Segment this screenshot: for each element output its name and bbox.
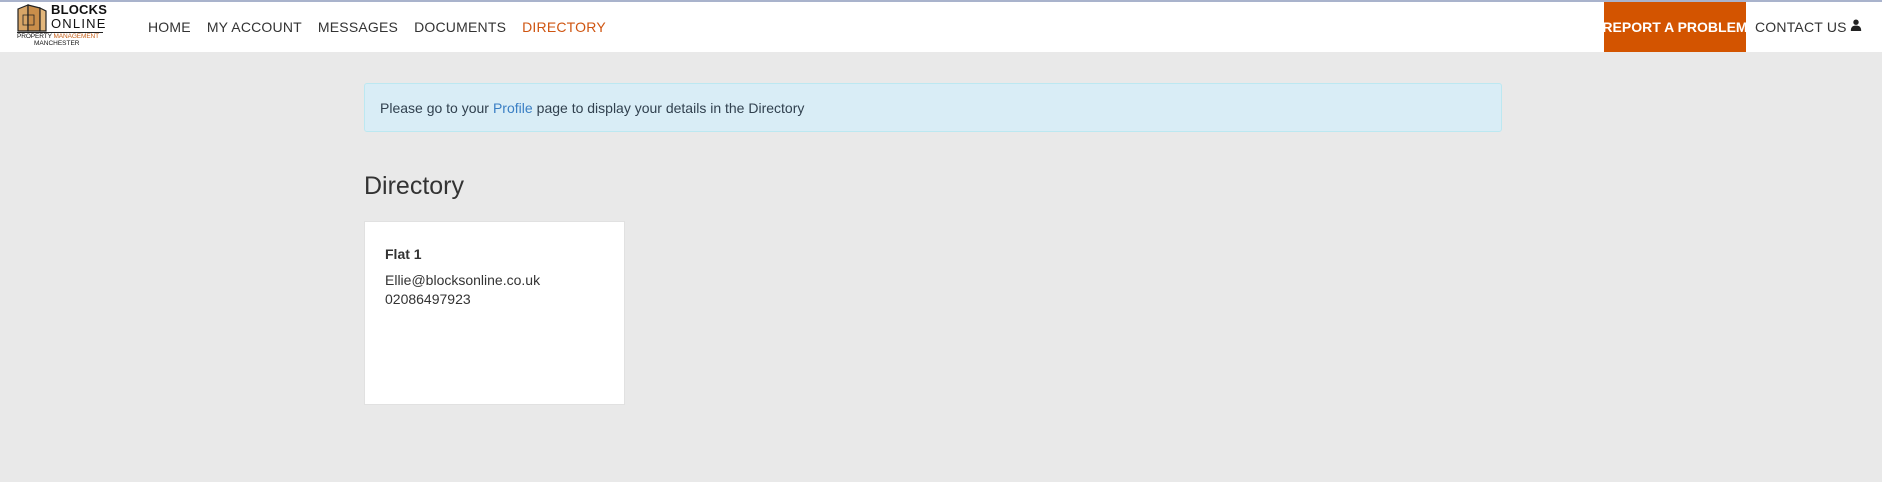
report-problem-button[interactable]: REPORT A PROBLEM [1602, 2, 1748, 52]
nav-directory[interactable]: DIRECTORY [514, 19, 614, 35]
nav-home[interactable]: HOME [140, 19, 199, 35]
page-title: Directory [364, 172, 465, 200]
logo-name-line1: BLOCKS [51, 2, 108, 17]
main-nav: HOME MY ACCOUNT MESSAGES DOCUMENTS DIREC… [140, 2, 614, 52]
building-blocks-icon [17, 4, 47, 32]
contact-us-link[interactable]: CONTACT US [1755, 2, 1847, 52]
logo-city: MANCHESTER [34, 40, 80, 47]
alert-text-before: Please go to your [380, 99, 489, 116]
profile-info-alert: Please go to your Profile page to displa… [364, 83, 1502, 132]
directory-entry-name: Flat 1 [385, 246, 422, 262]
profile-link[interactable]: Profile [493, 100, 533, 116]
logo[interactable]: BLOCKS ONLINE PROPERTY MANAGEMENT MANCHE… [14, 3, 108, 49]
directory-card: Flat 1 Ellie@blocksonline.co.uk 02086497… [364, 221, 625, 405]
directory-entry-phone: 02086497923 [385, 291, 471, 307]
navbar: BLOCKS ONLINE PROPERTY MANAGEMENT MANCHE… [0, 2, 1882, 52]
logo-tagline-property: PROPERTY [17, 33, 54, 40]
logo-tagline-management: MANAGEMENT [53, 33, 100, 40]
nav-my-account[interactable]: MY ACCOUNT [199, 19, 310, 35]
user-icon[interactable] [1850, 19, 1862, 31]
logo-tagline: PROPERTY MANAGEMENT [17, 33, 99, 40]
nav-messages[interactable]: MESSAGES [310, 19, 406, 35]
alert-text-after: page to display your details in the Dire… [536, 99, 805, 116]
directory-entry-email: Ellie@blocksonline.co.uk [385, 272, 541, 288]
logo-name-line2: ONLINE [51, 16, 107, 31]
nav-documents[interactable]: DOCUMENTS [406, 19, 514, 35]
